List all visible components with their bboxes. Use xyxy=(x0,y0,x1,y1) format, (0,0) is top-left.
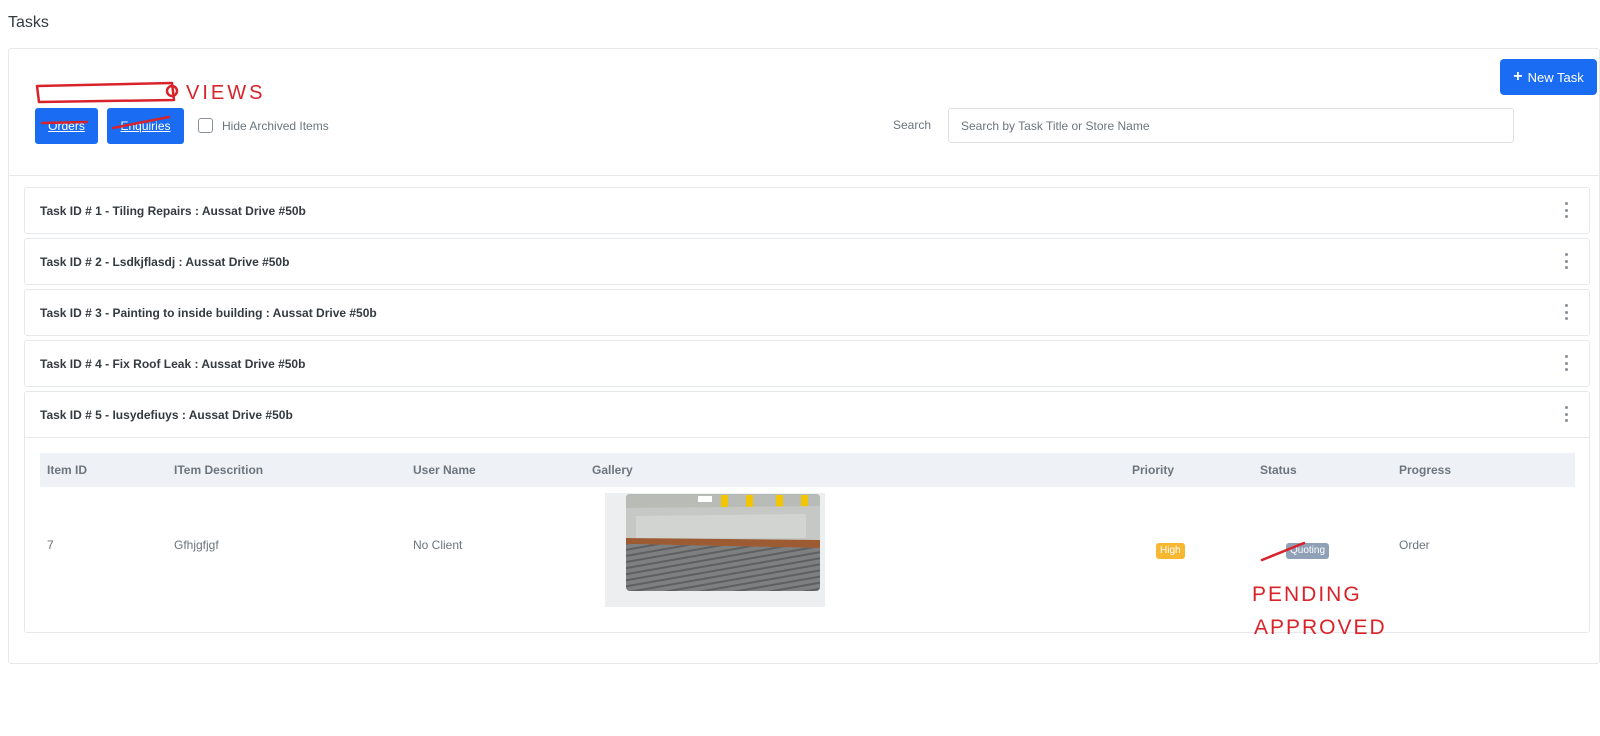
search-label: Search xyxy=(893,118,932,132)
orders-view-button[interactable]: Orders xyxy=(35,108,98,144)
search-input[interactable] xyxy=(948,108,1514,143)
kebab-menu-icon[interactable] xyxy=(1563,355,1569,371)
column-header: Priority xyxy=(1132,463,1175,477)
item-id-cell: 7 xyxy=(47,538,54,552)
item-description-cell: Gfhjgfjgf xyxy=(174,538,219,552)
task-panel[interactable]: Task ID # 3 - Painting to inside buildin… xyxy=(24,289,1590,336)
task-items-table: Item ID ITem Descrition User Name Galler… xyxy=(25,437,1589,632)
plus-icon: + xyxy=(1513,68,1523,85)
task-header[interactable]: Task ID # 1 - Tiling Repairs : Aussat Dr… xyxy=(25,188,1589,233)
page-title: Tasks xyxy=(8,14,49,31)
task-panel[interactable]: Task ID # 2 - Lsdkjflasdj : Aussat Drive… xyxy=(24,238,1590,285)
toolbar-divider xyxy=(9,175,1599,176)
column-header: Progress xyxy=(1399,463,1452,477)
table-header: Item ID ITem Descrition User Name Galler… xyxy=(40,453,1575,487)
column-header: Gallery xyxy=(592,463,633,477)
column-header: Status xyxy=(1260,463,1297,477)
new-task-label: New Task xyxy=(1527,69,1584,85)
kebab-menu-icon[interactable] xyxy=(1563,253,1569,269)
column-header: ITem Descrition xyxy=(174,463,264,477)
hide-archived-label: Hide Archived Items xyxy=(222,118,329,133)
task-panel-expanded[interactable]: Task ID # 5 - Iusydefiuys : Aussat Drive… xyxy=(24,391,1590,633)
task-panel[interactable]: Task ID # 1 - Tiling Repairs : Aussat Dr… xyxy=(24,187,1590,234)
task-title: Task ID # 3 - Painting to inside buildin… xyxy=(40,305,377,320)
enquiries-view-button[interactable]: Enquiries xyxy=(107,108,184,144)
column-header: Item ID xyxy=(47,463,88,477)
task-header[interactable]: Task ID # 2 - Lsdkjflasdj : Aussat Drive… xyxy=(25,239,1589,284)
new-task-button[interactable]: + New Task xyxy=(1500,59,1597,95)
status-badge: Quoting xyxy=(1286,543,1330,559)
orders-label: Orders xyxy=(48,119,85,133)
kebab-menu-icon[interactable] xyxy=(1563,304,1569,320)
user-name-cell: No Client xyxy=(413,538,463,552)
task-header[interactable]: Task ID # 3 - Painting to inside buildin… xyxy=(25,290,1589,335)
task-title: Task ID # 4 - Fix Roof Leak : Aussat Dri… xyxy=(40,356,306,371)
priority-badge: High xyxy=(1156,543,1185,559)
progress-cell: Order xyxy=(1399,538,1430,552)
kebab-menu-icon[interactable] xyxy=(1563,406,1569,422)
task-header[interactable]: Task ID # 5 - Iusydefiuys : Aussat Drive… xyxy=(25,392,1589,437)
task-title: Task ID # 2 - Lsdkjflasdj : Aussat Drive… xyxy=(40,254,290,269)
gallery-thumbnail[interactable] xyxy=(626,494,820,591)
hide-archived-toggle[interactable]: Hide Archived Items xyxy=(198,118,329,133)
hide-archived-checkbox[interactable] xyxy=(198,118,213,133)
column-header: User Name xyxy=(413,463,476,477)
kebab-menu-icon[interactable] xyxy=(1563,202,1569,218)
enquiries-label: Enquiries xyxy=(120,119,171,133)
gallery-cell xyxy=(605,493,825,607)
task-title: Task ID # 5 - Iusydefiuys : Aussat Drive… xyxy=(40,407,293,422)
task-panel[interactable]: Task ID # 4 - Fix Roof Leak : Aussat Dri… xyxy=(24,340,1590,387)
task-title: Task ID # 1 - Tiling Repairs : Aussat Dr… xyxy=(40,203,306,218)
task-header[interactable]: Task ID # 4 - Fix Roof Leak : Aussat Dri… xyxy=(25,341,1589,386)
